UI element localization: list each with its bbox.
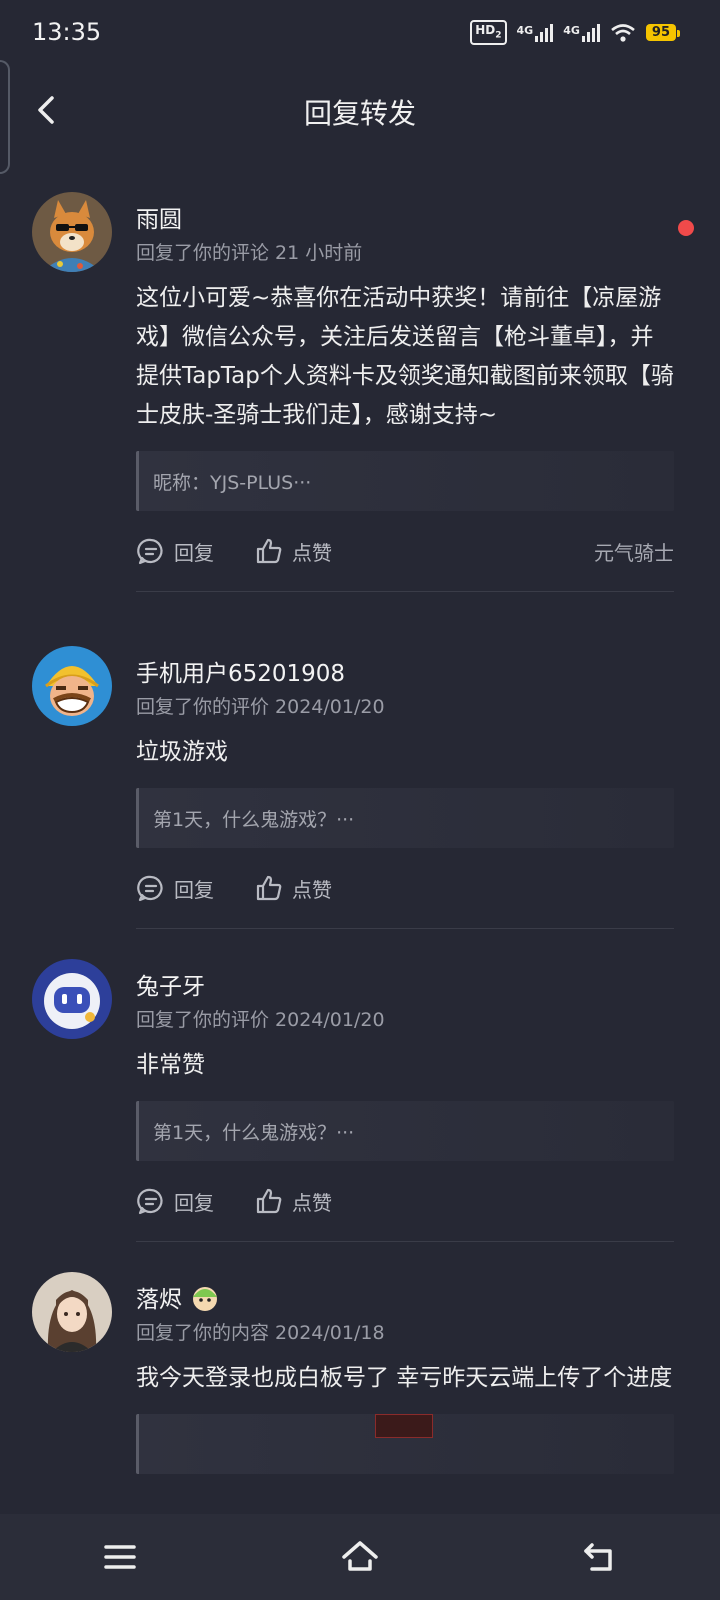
wifi-icon (611, 23, 635, 42)
status-bar: 13:35 HD2 4G 4G 95 (0, 0, 720, 70)
signal-icon: 4G (517, 23, 554, 42)
comment-icon (137, 538, 163, 565)
thumbs-up-icon (256, 538, 282, 564)
notification-item[interactable]: 手机用户65201908 回复了你的评价 2024/01/20 垃圾游戏 第1天… (0, 636, 720, 949)
robot-avatar[interactable] (32, 959, 112, 1039)
status-icons: HD2 4G 4G 95 (470, 20, 681, 46)
action-bar: 回复 点赞 元气骑士 (136, 511, 674, 591)
like-button[interactable]: 点赞 (254, 1186, 332, 1216)
notification-meta: 回复了你的评价 2024/01/20 (136, 1009, 385, 1031)
quoted-comment[interactable]: 第1天，什么鬼游戏？··· (136, 788, 674, 848)
thumbs-up-icon (256, 1188, 282, 1214)
thumbs-up-icon (256, 875, 282, 901)
notification-meta: 回复了你的内容 2024/01/18 (136, 1322, 385, 1344)
home-icon[interactable] (340, 1537, 380, 1577)
reply-button[interactable]: 回复 (136, 873, 214, 903)
battery-icon: 95 (645, 24, 681, 42)
preview-thumbnail (375, 1414, 433, 1438)
like-label: 点赞 (292, 877, 332, 902)
unread-dot (678, 220, 694, 236)
signal-icon-2: 4G (563, 23, 600, 42)
dog-sunglasses-avatar[interactable] (32, 192, 112, 272)
notification-feed[interactable]: 雨圆 回复了你的评论 21 小时前 这位小可爱~恭喜你在活动中获奖！请前往【凉屋… (0, 182, 720, 1482)
reply-content[interactable]: 我今天登录也成白板号了 幸亏昨天云端上传了个进度 (136, 1359, 674, 1398)
system-nav-bar (0, 1514, 720, 1600)
user-name[interactable]: 兔子牙 (136, 949, 674, 1000)
like-label: 点赞 (292, 1190, 332, 1215)
reply-content[interactable]: 垃圾游戏 (136, 733, 674, 772)
page-title: 回复转发 (303, 97, 416, 130)
user-name[interactable]: 雨圆 (136, 182, 674, 233)
divider (136, 928, 674, 929)
like-button[interactable]: 点赞 (254, 873, 332, 903)
reply-label: 回复 (174, 877, 214, 902)
user-name-row: 落烬 (136, 1262, 674, 1313)
action-bar: 回复 点赞 (136, 1161, 674, 1241)
menu-icon[interactable] (100, 1537, 140, 1577)
comment-icon (137, 1188, 163, 1215)
divider (136, 591, 674, 592)
reply-content[interactable]: 非常赞 (136, 1046, 674, 1085)
comment-icon (137, 875, 163, 902)
reply-button[interactable]: 回复 (136, 1186, 214, 1216)
user-name[interactable]: 落烬 (136, 1287, 182, 1313)
reply-label: 回复 (174, 1190, 214, 1215)
reply-content[interactable]: 这位小可爱~恭喜你在活动中获奖！请前往【凉屋游戏】微信公众号，关注后发送留言【枪… (136, 279, 674, 435)
quoted-content-preview[interactable] (136, 1414, 674, 1474)
reply-button[interactable]: 回复 (136, 536, 214, 566)
reply-label: 回复 (174, 540, 214, 565)
back-nav-icon[interactable] (580, 1537, 620, 1577)
quoted-comment[interactable]: 昵称：YJS-PLUS··· (136, 451, 674, 511)
header: 回复转发 (0, 80, 720, 140)
notification-meta: 回复了你的评论 21 小时前 (136, 242, 363, 264)
quoted-comment[interactable]: 第1天，什么鬼游戏？··· (136, 1101, 674, 1161)
notification-item[interactable]: 兔子牙 回复了你的评价 2024/01/20 非常赞 第1天，什么鬼游戏？···… (0, 949, 720, 1262)
hd-voice-icon: HD2 (470, 20, 507, 46)
action-bar: 回复 点赞 (136, 848, 674, 928)
barbarian-avatar[interactable] (32, 646, 112, 726)
user-name[interactable]: 手机用户65201908 (136, 636, 674, 687)
divider (136, 1241, 674, 1242)
like-label: 点赞 (292, 540, 332, 565)
notification-item[interactable]: 落烬 回复了你的内容 2024/01/18 我今天登录也成白板号了 幸亏昨天云端… (0, 1262, 720, 1482)
notification-item[interactable]: 雨圆 回复了你的评论 21 小时前 这位小可爱~恭喜你在活动中获奖！请前往【凉屋… (0, 182, 720, 622)
character-badge-icon (193, 1287, 218, 1311)
status-time: 13:35 (32, 18, 102, 46)
like-button[interactable]: 点赞 (254, 536, 332, 566)
game-tag[interactable]: 元气骑士 (594, 537, 674, 566)
anime-girl-avatar[interactable] (32, 1272, 112, 1352)
notification-meta: 回复了你的评价 2024/01/20 (136, 696, 385, 718)
